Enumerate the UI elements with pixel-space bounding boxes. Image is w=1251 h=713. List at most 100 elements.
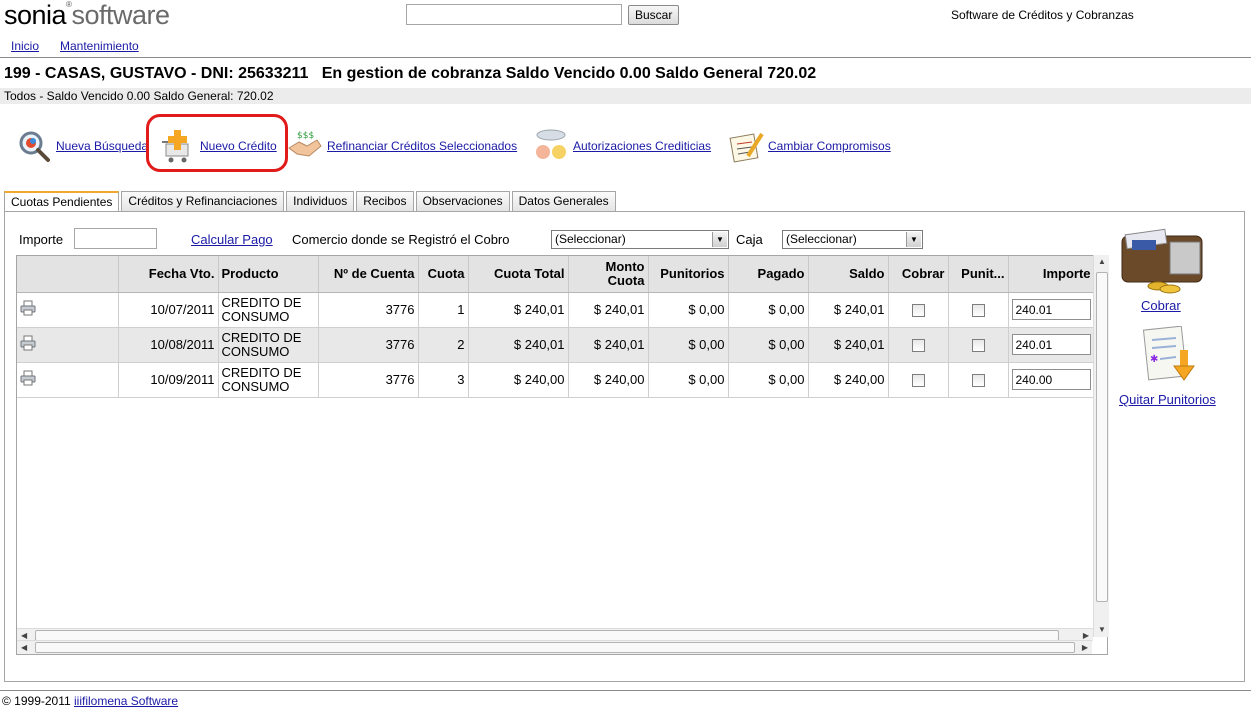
caja-select[interactable]: (Seleccionar) ▼ (782, 230, 923, 249)
search-input[interactable] (406, 4, 622, 25)
autorizaciones-link[interactable]: Autorizaciones Crediticias (573, 139, 711, 153)
punit-cell (948, 327, 1009, 363)
quitar-punitorios-icon[interactable]: ✱ (1140, 325, 1202, 386)
calcular-pago-link[interactable]: Calcular Pago (191, 232, 273, 247)
client-title: 199 - CASAS, GUSTAVO - DNI: 25633211 En … (4, 65, 817, 82)
cobrar-checkbox[interactable] (911, 338, 925, 352)
saldo-cell: $ 240,01 (808, 292, 889, 328)
cuota-cell: 2 (418, 327, 469, 363)
horizontal-scroll-thumb[interactable] (35, 642, 1075, 653)
col-header-cuota-total[interactable]: Cuota Total (468, 256, 569, 293)
comercio-select-value: (Seleccionar) (555, 232, 626, 246)
logo-part2: software (71, 0, 170, 30)
nuevo-credito-link[interactable]: Nuevo Crédito (200, 139, 277, 153)
vertical-scroll-thumb[interactable] (1096, 272, 1108, 602)
col-header-cuota[interactable]: Cuota (418, 256, 469, 293)
menu-mantenimiento[interactable]: Mantenimiento (60, 39, 139, 53)
col-header-saldo[interactable]: Saldo (808, 256, 889, 293)
quitar-punitorios-link[interactable]: Quitar Punitorios (1119, 392, 1216, 407)
col-header-punit[interactable]: Punit... (948, 256, 1009, 293)
tab-individuos[interactable]: Individuos (286, 191, 355, 211)
toolbar-compromisos[interactable]: Cambiar Compromisos (728, 124, 891, 168)
nueva-busqueda-link[interactable]: Nueva Búsqueda (56, 139, 148, 153)
col-header-cuenta[interactable]: Nº de Cuenta (318, 256, 419, 293)
pagado-cell: $ 0,00 (728, 362, 809, 398)
header-divider (0, 57, 1251, 58)
punit-checkbox[interactable] (971, 373, 985, 387)
people-approval-icon (533, 128, 569, 164)
caja-select-value: (Seleccionar) (786, 232, 857, 246)
col-header-pagado[interactable]: Pagado (728, 256, 809, 293)
table-row: 10/09/2011 CREDITO DE CONSUMO 3776 3 $ 2… (17, 362, 1095, 398)
search-button[interactable]: Buscar (628, 5, 680, 25)
cuotas-grid: Fecha Vto. Producto Nº de Cuenta Cuota C… (16, 255, 1108, 655)
importe-row-input[interactable] (1011, 299, 1091, 320)
col-header-producto[interactable]: Producto (218, 256, 319, 293)
tab-cuotas-pendientes[interactable]: Cuotas Pendientes (4, 191, 120, 212)
magnifier-icon (16, 128, 52, 164)
col-header-importe[interactable]: Importe (1008, 256, 1095, 293)
importe-row-input[interactable] (1011, 334, 1091, 355)
print-icon[interactable] (20, 335, 36, 351)
tagline: Software de Créditos y Cobranzas (951, 8, 1134, 22)
grid-horizontal-scrollbar[interactable]: ◀ ▶ (17, 640, 1092, 654)
punit-cell (948, 292, 1009, 328)
cuota-total-cell: $ 240,00 (468, 362, 569, 398)
comercio-label: Comercio donde se Registró el Cobro (292, 232, 510, 247)
menu-inicio[interactable]: Inicio (11, 39, 39, 53)
tab-datos-generales[interactable]: Datos Generales (511, 191, 616, 211)
scroll-right-icon[interactable]: ▶ (1083, 631, 1089, 640)
importe-row-input[interactable] (1011, 369, 1091, 390)
wallet-icon[interactable] (1118, 228, 1206, 294)
punitorios-cell: $ 0,00 (648, 327, 729, 363)
fecha-cell: 10/09/2011 (118, 362, 219, 398)
col-header-icon (17, 256, 119, 293)
print-icon-cell (17, 292, 119, 328)
comercio-select[interactable]: (Seleccionar) ▼ (551, 230, 729, 249)
dropdown-arrow-icon: ▼ (712, 232, 727, 247)
toolbar-nueva-busqueda[interactable]: Nueva Búsqueda (16, 124, 148, 168)
logo-part1: sonia (4, 0, 67, 30)
tab-bar: Cuotas Pendientes Créditos y Refinanciac… (4, 191, 616, 212)
monto-cell: $ 240,01 (568, 292, 649, 328)
scroll-right-icon[interactable]: ▶ (1082, 643, 1088, 652)
scroll-left-icon[interactable]: ◀ (21, 631, 27, 640)
grid-vertical-scrollbar[interactable]: ▲ ▼ (1093, 255, 1109, 637)
print-icon[interactable] (20, 370, 36, 386)
scroll-left-icon[interactable]: ◀ (21, 643, 27, 652)
cart-add-icon (160, 128, 196, 164)
print-icon[interactable] (20, 300, 36, 316)
tab-observaciones[interactable]: Observaciones (415, 191, 510, 211)
print-icon-cell (17, 327, 119, 363)
producto-cell: CREDITO DE CONSUMO (218, 292, 319, 328)
cuenta-cell: 3776 (318, 327, 419, 363)
cobrar-checkbox[interactable] (911, 373, 925, 387)
punit-checkbox[interactable] (971, 338, 985, 352)
cuenta-cell: 3776 (318, 362, 419, 398)
col-header-fecha[interactable]: Fecha Vto. (118, 256, 219, 293)
scroll-up-icon[interactable]: ▲ (1098, 257, 1106, 266)
cobrar-cell (888, 327, 949, 363)
col-header-monto[interactable]: Monto Cuota (568, 256, 649, 293)
cobrar-link[interactable]: Cobrar (1141, 298, 1181, 313)
handshake-icon: $$$ (287, 128, 323, 164)
punit-checkbox[interactable] (971, 303, 985, 317)
toolbar-nuevo-credito[interactable]: Nuevo Crédito (160, 124, 277, 168)
toolbar-autorizaciones[interactable]: Autorizaciones Crediticias (533, 124, 711, 168)
table-row: 10/07/2011 CREDITO DE CONSUMO 3776 1 $ 2… (17, 292, 1095, 328)
cobrar-checkbox[interactable] (911, 303, 925, 317)
compromisos-link[interactable]: Cambiar Compromisos (768, 139, 891, 153)
footer-company-link[interactable]: iiifilomena Software (74, 694, 178, 708)
fecha-cell: 10/08/2011 (118, 327, 219, 363)
refinanciar-link[interactable]: Refinanciar Créditos Seleccionados (327, 139, 517, 153)
scroll-down-icon[interactable]: ▼ (1098, 625, 1106, 634)
col-header-punitorios[interactable]: Punitorios (648, 256, 729, 293)
copyright-text: © 1999-2011 (2, 694, 71, 708)
tab-creditos[interactable]: Créditos y Refinanciaciones (121, 191, 285, 211)
col-header-cobrar[interactable]: Cobrar (888, 256, 949, 293)
cuenta-cell: 3776 (318, 292, 419, 328)
importe-cell (1008, 362, 1095, 398)
importe-input[interactable] (74, 228, 157, 249)
tab-recibos[interactable]: Recibos (356, 191, 414, 211)
toolbar-refinanciar[interactable]: $$$ Refinanciar Créditos Seleccionados (287, 124, 517, 168)
